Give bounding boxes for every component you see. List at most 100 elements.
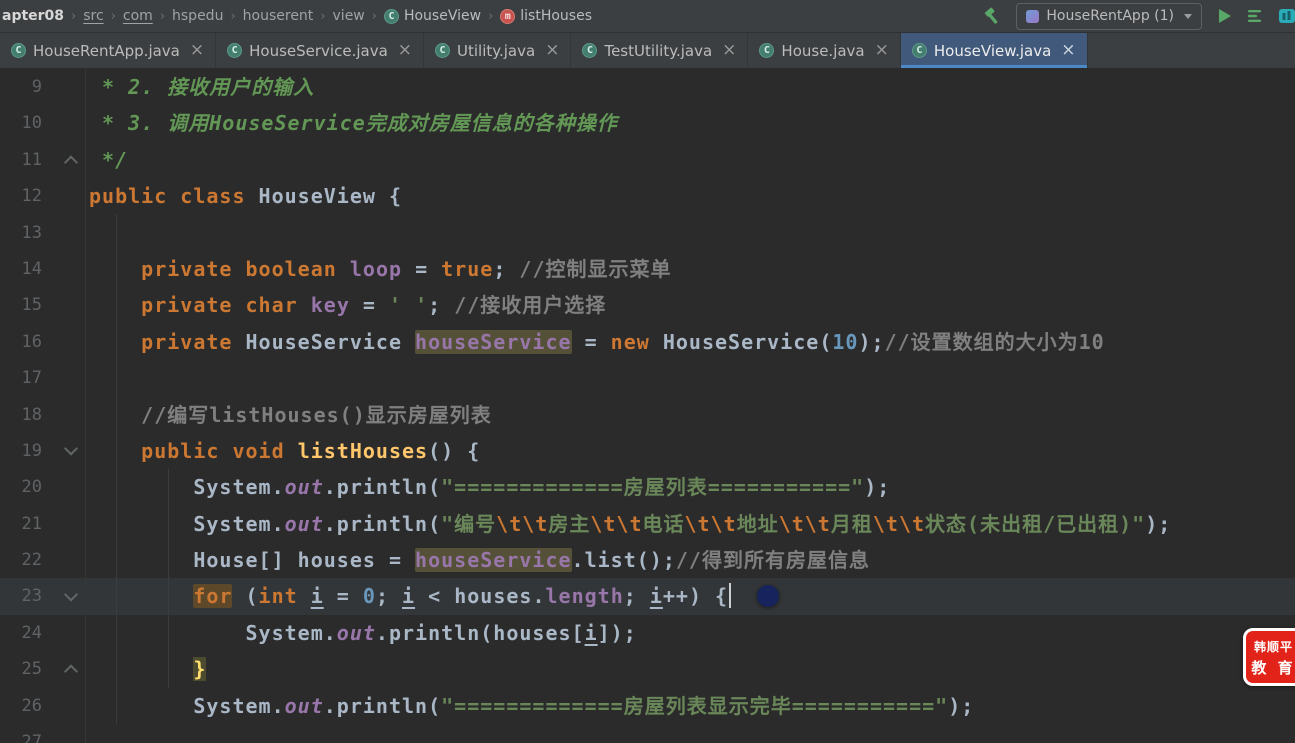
run-config-icon <box>1026 9 1040 23</box>
line-number: 22 <box>21 550 42 571</box>
run-config-label: HouseRentApp (1) <box>1046 8 1174 24</box>
code-token: new <box>610 329 650 354</box>
fold-marker[interactable] <box>42 578 86 615</box>
line-number: 26 <box>21 695 42 716</box>
code-token: = <box>402 256 442 281</box>
run-button[interactable] <box>1217 8 1232 24</box>
code-text[interactable] <box>86 360 1295 396</box>
code-token: HouseService <box>232 329 416 354</box>
breadcrumb-separator: › <box>110 8 116 24</box>
fold-marker <box>42 396 86 433</box>
close-icon[interactable]: × <box>875 42 889 59</box>
build-hammer-icon[interactable] <box>982 7 1001 26</box>
close-icon[interactable]: × <box>190 42 204 59</box>
code-token: */ <box>89 147 129 172</box>
close-icon[interactable]: × <box>398 42 412 59</box>
code-text[interactable]: * 2. 接收用户的输入 <box>86 69 1295 105</box>
fold-marker <box>42 323 86 361</box>
tab-houserentapp-java[interactable]: C HouseRentApp.java × <box>0 33 217 68</box>
class-icon: C <box>435 43 451 58</box>
breadcrumb-label: HouseView <box>403 8 482 24</box>
breadcrumb-item-com[interactable]: com <box>123 8 153 24</box>
fold-marker[interactable] <box>42 141 86 179</box>
code-line: 22 House[] houses = houseService.list();… <box>0 542 1295 579</box>
breadcrumb-item-apter08[interactable]: apter08 <box>2 8 64 24</box>
close-icon[interactable]: × <box>1061 42 1075 59</box>
code-text[interactable] <box>86 724 1295 743</box>
tab-house-java[interactable]: C House.java × <box>748 33 901 68</box>
run-config-selector[interactable]: HouseRentApp (1) <box>1016 2 1202 30</box>
breadcrumb-item-view[interactable]: view <box>333 8 365 24</box>
code-text[interactable]: private char key = ' '; //接收用户选择 <box>86 287 1295 323</box>
class-icon: C <box>383 8 399 24</box>
code-text[interactable]: //编写listHouses()显示房屋列表 <box>86 397 1295 433</box>
class-icon: C <box>759 43 775 58</box>
tab-utility-java[interactable]: C Utility.java × <box>424 33 572 68</box>
brand-badge: 韩顺平 教 育 <box>1243 628 1295 686</box>
code-token: ); <box>1145 511 1172 536</box>
code-line: 14 private boolean loop = true; //控制显示菜单 <box>0 250 1295 288</box>
code-token: ++) { <box>662 584 729 609</box>
code-token: ; <box>623 584 650 609</box>
code-text[interactable]: * 3. 调用HouseService完成对房屋信息的各种操作 <box>86 105 1295 141</box>
indent-guide <box>168 469 169 688</box>
fold-marker <box>42 250 86 288</box>
fold-down-icon <box>63 587 79 602</box>
code-token: key <box>310 293 350 318</box>
breadcrumb-label: com <box>122 8 153 24</box>
tab-testutility-java[interactable]: C TestUtility.java × <box>571 33 749 68</box>
code-text[interactable]: public class HouseView { <box>86 178 1295 214</box>
breadcrumb-label: listHouses <box>520 8 593 24</box>
code-editor[interactable]: 9 * 2. 接收用户的输入 10 * 3. 调用HouseService完成对房… <box>0 69 1295 743</box>
code-token: \t\t <box>778 511 831 536</box>
close-icon[interactable]: × <box>545 42 559 59</box>
code-line: 9 * 2. 接收用户的输入 <box>0 69 1295 106</box>
fold-marker[interactable] <box>42 432 86 470</box>
tab-houseservice-java[interactable]: C HouseService.java × <box>216 33 425 68</box>
code-token: = <box>323 584 363 609</box>
profiler-icon[interactable] <box>1278 7 1295 25</box>
code-token: .println( <box>323 511 442 536</box>
code-text[interactable]: */ <box>86 142 1295 178</box>
code-token: //编写listHouses()显示房屋列表 <box>141 402 492 427</box>
breadcrumb-item-src[interactable]: src <box>83 8 103 24</box>
breadcrumb-item-hspedu[interactable]: hspedu <box>172 8 223 24</box>
breadcrumb-label: apter08 <box>2 8 65 24</box>
code-text[interactable]: House[] houses = houseService.list();//得… <box>86 542 1295 578</box>
breadcrumb-separator: › <box>488 8 494 24</box>
code-token: i <box>402 584 416 609</box>
code-text[interactable]: } <box>86 651 1295 687</box>
tab-houseview-java[interactable]: C HouseView.java × <box>900 33 1088 68</box>
code-token: public <box>141 438 220 463</box>
breadcrumb-separator: › <box>71 8 77 24</box>
code-text[interactable]: private boolean loop = true; //控制显示菜单 <box>86 251 1295 287</box>
code-token: "=============房屋列表===========" <box>441 475 865 500</box>
code-text[interactable]: System.out.println("编号\t\t房主\t\t电话\t\t地址… <box>86 506 1295 542</box>
fold-marker <box>42 178 86 215</box>
code-text[interactable]: System.out.println("=============房屋列表显示完… <box>86 688 1295 724</box>
code-token: out <box>284 511 324 536</box>
code-text[interactable]: System.out.println("=============房屋列表===… <box>86 469 1295 505</box>
code-token: } <box>193 657 207 682</box>
breadcrumb-item-listhouses[interactable]: m listHouses <box>500 8 592 24</box>
code-token: houseService <box>415 329 572 354</box>
code-line: 25 } <box>0 651 1295 688</box>
breadcrumb-item-houserent[interactable]: houserent <box>243 8 314 24</box>
fold-marker[interactable] <box>42 651 86 688</box>
coverage-icon[interactable] <box>1247 8 1263 24</box>
code-text[interactable]: for (int i = 0; i < houses.length; i++) … <box>86 578 1295 614</box>
code-text[interactable]: public void listHouses() { <box>86 433 1295 469</box>
breadcrumb-item-houseview[interactable]: C HouseView <box>383 8 482 24</box>
chevron-down-icon <box>1184 13 1192 19</box>
line-number: 17 <box>21 368 42 389</box>
close-icon[interactable]: × <box>722 42 736 59</box>
code-text[interactable]: System.out.println(houses[i]); <box>86 615 1295 651</box>
code-text[interactable] <box>86 215 1295 251</box>
code-text[interactable]: private HouseService houseService = new … <box>86 324 1295 360</box>
class-icon: C <box>582 43 598 58</box>
